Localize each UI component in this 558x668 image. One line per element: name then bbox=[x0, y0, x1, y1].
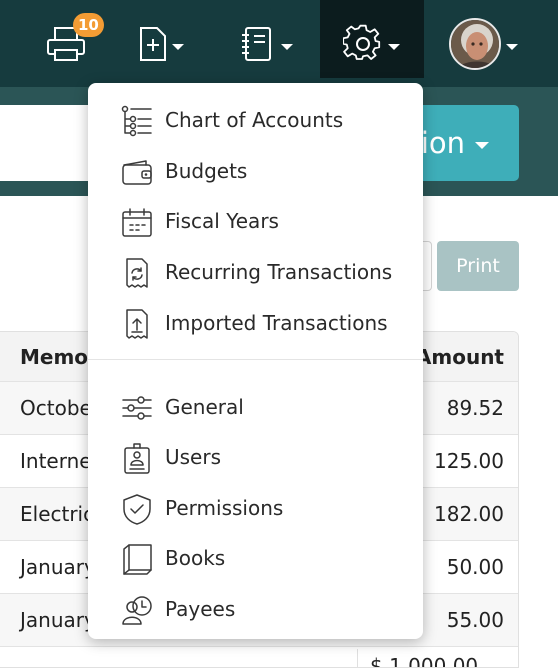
amount-cell: 182.00 bbox=[434, 502, 504, 526]
shield-check-icon bbox=[120, 492, 154, 526]
import-receipt-icon bbox=[120, 307, 154, 341]
notebook-icon bbox=[240, 26, 276, 62]
payee-icon bbox=[120, 593, 154, 627]
settings-dropdown-menu: Chart of Accounts Budgets Fiscal Years R… bbox=[88, 83, 423, 639]
menu-item-label: Permissions bbox=[165, 496, 284, 520]
memo-column-header[interactable]: Memo bbox=[20, 332, 88, 381]
menu-item-chart-of-accounts[interactable]: Chart of Accounts bbox=[88, 97, 423, 143]
amount-column-header[interactable]: Amount bbox=[416, 332, 504, 381]
menu-item-payees[interactable]: Payees bbox=[88, 586, 423, 632]
menu-item-general[interactable]: General bbox=[88, 384, 423, 430]
menu-item-label: Books bbox=[165, 546, 226, 570]
chevron-down-icon bbox=[475, 142, 489, 149]
menu-item-users[interactable]: Users bbox=[88, 434, 423, 480]
memo-cell: January bbox=[20, 555, 96, 579]
menu-item-label: Recurring Transactions bbox=[165, 260, 393, 284]
menu-item-books[interactable]: Books bbox=[88, 535, 423, 581]
gear-icon bbox=[343, 24, 383, 64]
memo-cell: January bbox=[20, 608, 96, 632]
user-badge-icon bbox=[120, 441, 154, 475]
memo-cell: Electric bbox=[20, 502, 95, 526]
chevron-down-icon bbox=[506, 43, 518, 50]
menu-item-label: Imported Transactions bbox=[165, 311, 388, 335]
menu-item-label: Chart of Accounts bbox=[165, 108, 344, 132]
menu-item-imported-transactions[interactable]: Imported Transactions bbox=[88, 300, 423, 346]
menu-item-fiscal-years[interactable]: Fiscal Years bbox=[88, 198, 423, 244]
amount-cell: 55.00 bbox=[446, 608, 504, 632]
chevron-down-icon bbox=[172, 43, 184, 50]
chevron-down-icon bbox=[281, 43, 293, 50]
menu-item-recurring-transactions[interactable]: Recurring Transactions bbox=[88, 249, 423, 295]
notebook-menu-button[interactable] bbox=[240, 0, 293, 87]
menu-divider bbox=[88, 359, 423, 360]
new-document-icon bbox=[139, 26, 167, 62]
new-document-menu-button[interactable] bbox=[139, 0, 184, 87]
avatar bbox=[449, 17, 501, 70]
sliders-icon bbox=[120, 391, 154, 425]
menu-item-permissions[interactable]: Permissions bbox=[88, 485, 423, 531]
book-icon bbox=[120, 542, 154, 576]
chart-of-accounts-icon bbox=[120, 104, 154, 138]
column-divider bbox=[357, 649, 358, 667]
amount-cell: 50.00 bbox=[446, 555, 504, 579]
menu-item-label: Budgets bbox=[165, 159, 248, 183]
top-navbar: 10 bbox=[0, 0, 558, 87]
menu-item-label: General bbox=[165, 395, 244, 419]
total-amount: $ 1,000.00 bbox=[370, 654, 479, 668]
print-button[interactable]: Print bbox=[437, 241, 519, 291]
menu-item-budgets[interactable]: Budgets bbox=[88, 148, 423, 194]
amount-cell: 89.52 bbox=[446, 396, 504, 420]
calendar-icon bbox=[120, 205, 154, 239]
chevron-down-icon bbox=[388, 43, 400, 50]
menu-item-label: Users bbox=[165, 445, 222, 469]
notification-badge[interactable]: 10 bbox=[73, 13, 104, 37]
menu-item-label: Payees bbox=[165, 597, 236, 621]
amount-cell: 125.00 bbox=[434, 449, 504, 473]
recurring-receipt-icon bbox=[120, 256, 154, 290]
settings-menu-button[interactable] bbox=[343, 0, 400, 87]
user-menu-button[interactable] bbox=[449, 0, 518, 87]
menu-item-label: Fiscal Years bbox=[165, 209, 279, 233]
wallet-icon bbox=[120, 155, 154, 189]
